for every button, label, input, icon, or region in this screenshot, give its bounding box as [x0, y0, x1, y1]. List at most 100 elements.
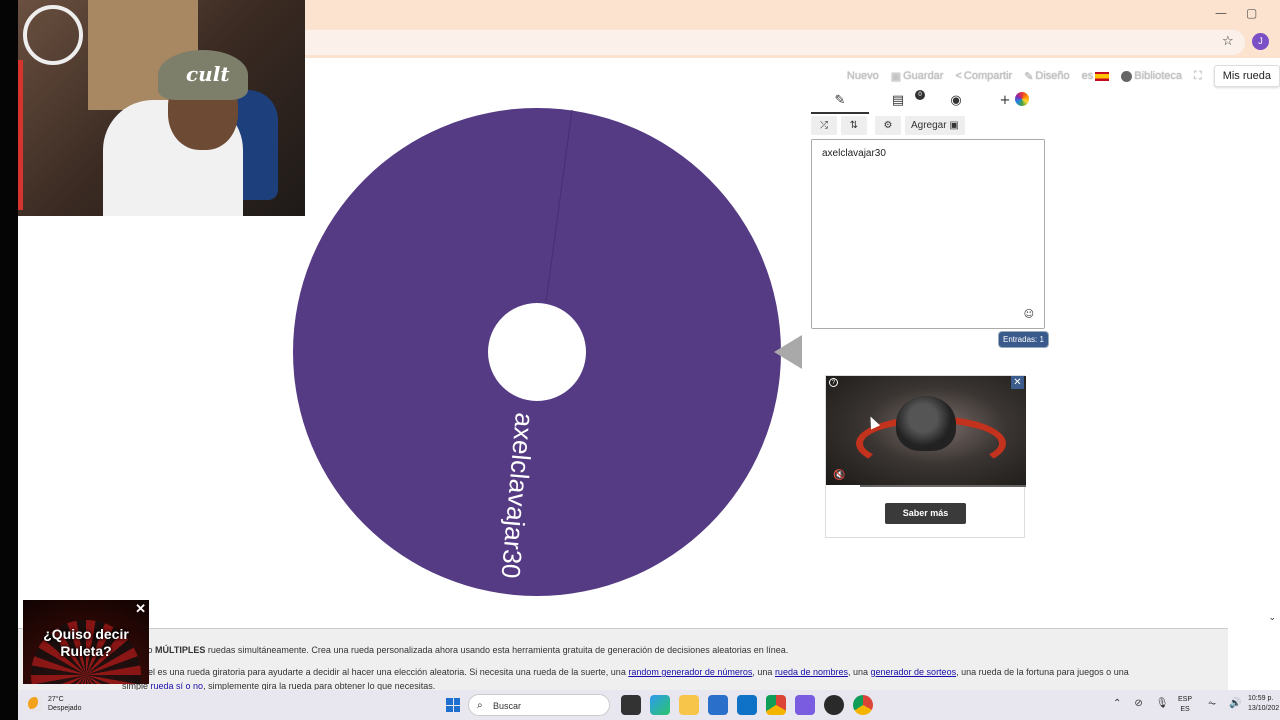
- ad-progress-fill: [826, 485, 860, 487]
- description-line-1: rueda o MÚLTIPLES ruedas simultáneamente…: [122, 645, 788, 655]
- wheel-pointer-arrow: [774, 335, 802, 369]
- tab-results[interactable]: ▤ 0: [869, 90, 927, 114]
- nav-nuevo-label: Nuevo: [846, 70, 879, 82]
- description-section: rueda o MÚLTIPLES ruedas simultáneamente…: [18, 628, 1228, 691]
- link-name-wheel[interactable]: rueda de nombres: [775, 667, 848, 677]
- spinning-wheel[interactable]: axelclavajar30: [292, 107, 782, 597]
- editor-tabs: ✎ ▤ 0 ◉ +: [811, 90, 1043, 114]
- outlook-icon[interactable]: [737, 695, 757, 715]
- top-nav: Nuevo ▣ Guardar < Compartir ✎ Diseño es Bib…: [847, 65, 1280, 87]
- mis-ruedas-button[interactable]: Mis rueda: [1213, 65, 1280, 87]
- desc-text: , una: [847, 667, 871, 677]
- url-field[interactable]: [305, 30, 1245, 55]
- description-line-2: e Wheel es una rueda giratoria para ayud…: [122, 667, 1129, 677]
- ad-close-icon[interactable]: ✕: [1011, 376, 1024, 389]
- lang-code: ESP: [1178, 696, 1193, 703]
- left-black-strip: [0, 0, 18, 720]
- clock-date: 13/10/202: [1248, 705, 1280, 712]
- description-margin: [1228, 628, 1280, 690]
- results-badge: 0: [915, 90, 925, 100]
- chrome-icon[interactable]: [766, 695, 786, 715]
- keyboard-code: ES: [1180, 706, 1190, 713]
- nav-guardar[interactable]: ▣ Guardar: [891, 70, 944, 83]
- system-tray: ⌃ ⊘ 🎙: [1113, 698, 1168, 709]
- eye-slash-icon: ◉: [950, 93, 962, 108]
- microphone-icon[interactable]: 🎙: [1156, 698, 1169, 709]
- obs-icon[interactable]: [824, 695, 844, 715]
- weather-widget[interactable]: 27°C Despejado: [28, 695, 81, 713]
- wheel-center-hub[interactable]: [488, 303, 586, 401]
- search-icon: ⌕: [477, 700, 483, 711]
- link-random-numbers[interactable]: random generador de números: [628, 667, 752, 677]
- moon-icon: [28, 697, 42, 711]
- chrome-active-icon[interactable]: [853, 695, 873, 715]
- roulette-ad-close-icon[interactable]: ✕: [135, 601, 146, 617]
- roulette-ad-text: ¿Quiso decir Ruleta?: [23, 626, 149, 660]
- pencil-icon: ✎: [834, 93, 846, 108]
- sort-icon: ⇅: [849, 120, 859, 131]
- roulette-ad[interactable]: ¿Quiso decir Ruleta? ✕: [23, 600, 149, 684]
- clock-time: 10:59 p.: [1248, 695, 1274, 702]
- emoji-icon[interactable]: ☺: [1024, 309, 1034, 320]
- taskbar-clock[interactable]: 10:59 p. 13/10/202: [1248, 694, 1279, 714]
- entries-toolbar: ⤮ ⇅ ⚙ Agregar ▣: [811, 116, 965, 136]
- ad-progress-bar: [826, 485, 1026, 487]
- wifi-icon[interactable]: ⏦: [1208, 698, 1216, 709]
- desc-text: , una rueda de la fortuna para juegos o …: [956, 667, 1129, 677]
- nav-diseno[interactable]: ✎ Diseño: [1024, 70, 1069, 83]
- advanced-button[interactable]: ⚙: [875, 116, 901, 135]
- gear-icon: ⚙: [883, 120, 893, 131]
- tray-expand-icon[interactable]: ⌃: [1113, 698, 1121, 709]
- ad-video[interactable]: ? 🔇: [826, 376, 1026, 487]
- nav-language[interactable]: es: [1082, 70, 1110, 82]
- add-image-button[interactable]: Agregar ▣: [905, 116, 965, 135]
- nav-nuevo[interactable]: Nuevo: [847, 70, 879, 82]
- volume-icon[interactable]: 🔊: [1229, 698, 1241, 709]
- search-placeholder: Buscar: [493, 701, 522, 711]
- video-ad[interactable]: ? 🔇 ✕ Saber más: [825, 375, 1026, 538]
- shuffle-button[interactable]: ⤮: [811, 116, 837, 135]
- weather-condition: Despejado: [48, 705, 82, 712]
- link-draw-generator[interactable]: generador de sorteos: [871, 667, 957, 677]
- plus-icon: +: [999, 93, 1011, 108]
- profile-avatar[interactable]: J: [1252, 33, 1269, 50]
- windows-start-icon[interactable]: [446, 698, 460, 712]
- widgets-icon[interactable]: [650, 695, 670, 715]
- globe-icon: [1121, 70, 1133, 82]
- network-off-icon[interactable]: ⊘: [1134, 698, 1142, 709]
- roulette-ad-line-2: Ruleta?: [60, 643, 112, 659]
- tab-add-color[interactable]: +: [985, 90, 1043, 114]
- nav-language-label: es: [1081, 70, 1094, 82]
- file-explorer-icon[interactable]: [679, 695, 699, 715]
- nav-compartir-label: Compartir: [963, 70, 1013, 82]
- color-wheel-icon: [1014, 92, 1029, 106]
- ad-info-icon[interactable]: ?: [829, 378, 838, 387]
- entries-textarea[interactable]: axelclavajar30 ☺: [811, 139, 1045, 329]
- desc-text: ruedas simultáneamente. Crea una rueda p…: [205, 645, 789, 655]
- helmet-image: [896, 396, 956, 451]
- nav-diseno-label: Diseño: [1035, 70, 1070, 82]
- language-indicator[interactable]: ESP ES: [1178, 695, 1192, 715]
- sort-button[interactable]: ⇅: [841, 116, 867, 135]
- cap-logo: cult: [186, 62, 230, 86]
- maximize-button[interactable]: ▢: [1246, 6, 1257, 20]
- store-icon[interactable]: [708, 695, 728, 715]
- tab-edit[interactable]: ✎: [811, 90, 869, 114]
- mute-icon[interactable]: 🔇: [833, 470, 845, 481]
- desc-text: , una: [752, 667, 775, 677]
- fullscreen-icon[interactable]: ⛶: [1194, 70, 1202, 83]
- ad-cta-button[interactable]: Saber más: [885, 503, 966, 524]
- tab-hide[interactable]: ◉: [927, 90, 985, 114]
- bookmark-star-icon[interactable]: ☆: [1222, 34, 1234, 49]
- taskbar-search[interactable]: ⌕ Buscar: [468, 694, 610, 716]
- save-icon: ▣: [890, 70, 902, 83]
- share-icon: <: [955, 70, 962, 82]
- scroll-down-icon[interactable]: ⌄: [1268, 613, 1276, 623]
- nav-biblioteca-label: Biblioteca: [1134, 70, 1182, 82]
- weather-text: 27°C Despejado: [48, 695, 81, 713]
- minimize-button[interactable]: —: [1215, 6, 1227, 20]
- task-view-icon[interactable]: [621, 695, 641, 715]
- app-icon[interactable]: [795, 695, 815, 715]
- nav-biblioteca[interactable]: Biblioteca: [1121, 70, 1182, 82]
- nav-compartir[interactable]: < Compartir: [955, 70, 1012, 82]
